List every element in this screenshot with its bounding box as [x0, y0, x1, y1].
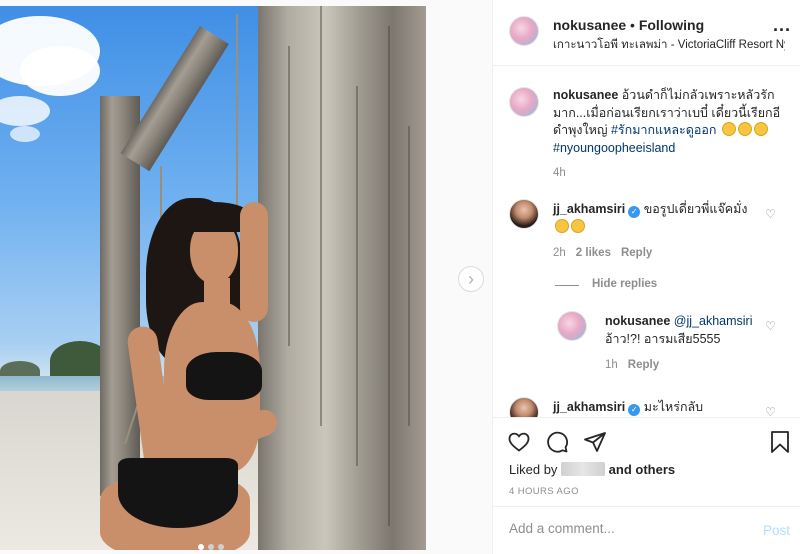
caption-username[interactable]: nokusanee: [553, 88, 618, 102]
post-timestamp[interactable]: 4 HOURS AGO: [509, 486, 579, 497]
share-icon[interactable]: [583, 430, 607, 454]
bikini-top: [186, 352, 262, 400]
caption: nokusanee อ้วนดำก็ไม่กลัวเพราะหลัวรัก มา…: [553, 87, 789, 157]
next-photo-button[interactable]: ›: [458, 266, 484, 292]
chevron-right-icon: ›: [468, 268, 474, 289]
comment: jj_akhamsiri ✓ มะไหร่กลับ: [553, 399, 763, 417]
avatar[interactable]: [509, 16, 539, 46]
bikini-bottom: [118, 458, 238, 528]
photo-area: ›: [0, 0, 492, 554]
and-others-link[interactable]: and others: [609, 462, 675, 477]
emoji-icon: [555, 218, 569, 233]
verified-badge-icon: ✓: [628, 404, 641, 416]
hide-replies-button[interactable]: Hide replies: [592, 278, 657, 290]
add-comment-bar: Post: [493, 506, 800, 554]
avatar[interactable]: [557, 311, 587, 341]
cloud: [20, 46, 100, 96]
cloud: [0, 96, 50, 126]
comment-username[interactable]: jj_akhamsiri: [553, 400, 625, 414]
comment: jj_akhamsiri ✓ ขอรูปเดี่ยวพี่แจ๊คมั่ง: [553, 201, 763, 236]
like-comment-icon[interactable]: ♡: [765, 207, 776, 221]
comment-meta: 1h Reply: [605, 359, 659, 371]
post-panel: nokusanee • Following เกาะนาวโอพี ทะเลพม…: [492, 0, 800, 554]
like-comment-icon[interactable]: ♡: [765, 319, 776, 333]
hashtag-link[interactable]: #nyoungoopheeisland: [553, 141, 675, 155]
carousel-dots: [198, 544, 224, 550]
comment-meta: 2h 2 likes Reply: [553, 247, 652, 259]
avatar[interactable]: [509, 397, 539, 417]
rope: [236, 14, 238, 214]
post-photo[interactable]: [0, 6, 426, 550]
reply-comment: nokusanee @jj_akhamsiri อ้าว!?! อารมเสีย…: [605, 313, 765, 348]
comment-time: 1h: [605, 359, 618, 371]
location-link[interactable]: เกาะนาวโอพี ทะเลพม่า - VictoriaCliff Res…: [553, 36, 785, 54]
cloud: [10, 126, 40, 142]
reply-button[interactable]: Reply: [621, 247, 652, 259]
emoji-icon: [721, 122, 736, 136]
emoji-icon: [753, 122, 768, 136]
separator-dot: •: [630, 17, 635, 33]
reply-button[interactable]: Reply: [628, 359, 659, 371]
emoji-icon: [571, 218, 585, 233]
caption-line: ดำพุงใหญ่: [553, 123, 608, 137]
post-comment-button[interactable]: Post: [763, 523, 790, 538]
add-comment-input[interactable]: [509, 521, 739, 536]
comment-icon[interactable]: [545, 430, 569, 454]
post-header: nokusanee • Following เกาะนาวโอพี ทะเลพม…: [493, 0, 800, 66]
avatar[interactable]: [509, 199, 539, 229]
tree-trunk: [258, 6, 426, 550]
avatar[interactable]: [509, 87, 539, 117]
post-actions: Liked by and others 4 HOURS AGO: [493, 417, 800, 505]
blurred-username: [561, 462, 606, 476]
comment-text: อ้าว!?! อารมเสีย5555: [605, 331, 721, 346]
caption-time: 4h: [553, 167, 566, 179]
caption-line: มาก...เมื่อก่อนเรียกเราว่าเบบี๋ เดี๋ยวนี…: [553, 105, 781, 120]
mention-link[interactable]: @jj_akhamsiri: [674, 314, 753, 328]
carousel-dot: [208, 544, 214, 550]
like-comment-icon[interactable]: ♡: [765, 405, 776, 417]
hashtag-link[interactable]: #รักมากแหละดูออก: [611, 123, 716, 137]
comment-username[interactable]: jj_akhamsiri: [553, 202, 625, 216]
heart-icon[interactable]: [507, 430, 531, 454]
carousel-dot: [218, 544, 224, 550]
more-horizontal-icon[interactable]: ···: [773, 20, 791, 41]
comment-text: มะไหร่กลับ: [643, 400, 704, 414]
emoji-icon: [737, 122, 752, 136]
caption-line: อ้วนดำก็ไม่กลัวเพราะหลัวรัก: [621, 88, 775, 102]
arm-raised: [240, 202, 268, 322]
bookmark-icon[interactable]: [769, 430, 791, 454]
header-user: nokusanee • Following: [553, 17, 704, 33]
following-button[interactable]: Following: [639, 17, 704, 33]
comment-time: 2h: [553, 247, 566, 259]
carousel-dot: [198, 544, 204, 550]
divider: [555, 285, 579, 286]
username-link[interactable]: nokusanee: [553, 17, 626, 33]
verified-badge-icon: ✓: [628, 206, 641, 218]
comment-likes[interactable]: 2 likes: [576, 247, 611, 259]
comments-list[interactable]: nokusanee อ้วนดำก็ไม่กลัวเพราะหลัวรัก มา…: [493, 67, 800, 417]
liked-by-label: Liked by: [509, 462, 558, 477]
comment-username[interactable]: nokusanee: [605, 314, 670, 328]
liked-by: Liked by and others: [509, 462, 675, 477]
comment-text: ขอรูปเดี่ยวพี่แจ๊คมั่ง: [643, 202, 748, 216]
